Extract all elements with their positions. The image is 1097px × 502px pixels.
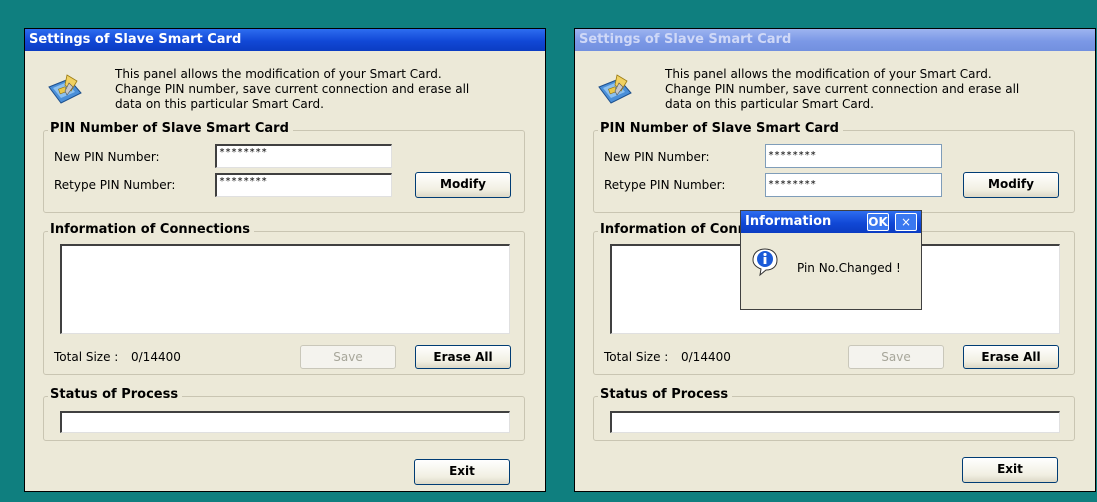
total-size-label: Total Size : <box>604 350 669 364</box>
exit-button-label: Exit <box>997 462 1023 476</box>
intro-line: data on this particular Smart Card. <box>115 97 324 111</box>
save-button-label: Save <box>333 350 363 364</box>
retype-pin-field[interactable]: ******** <box>765 173 942 197</box>
save-button[interactable]: Save <box>300 345 396 369</box>
status-group: Status of Process <box>593 387 1075 441</box>
total-size-label: Total Size : <box>54 350 119 364</box>
connections-group-label: Information of Connections <box>48 222 255 237</box>
info-icon <box>752 248 778 277</box>
modify-button-label: Modify <box>988 177 1034 191</box>
exit-button[interactable]: Exit <box>962 457 1058 483</box>
total-size-value: 0/14400 <box>131 350 181 364</box>
settings-window-left: Settings of Slave Smart Card This panel … <box>24 28 546 492</box>
erase-all-button-label: Erase All <box>433 350 493 364</box>
intro-line: Change PIN number, save current connecti… <box>665 82 1020 96</box>
retype-pin-label: Retype PIN Number: <box>604 178 726 192</box>
new-pin-label: New PIN Number: <box>604 150 710 164</box>
pin-group-label: PIN Number of Slave Smart Card <box>48 121 293 136</box>
exit-button-label: Exit <box>449 464 475 478</box>
dialog-title: Information <box>741 211 921 233</box>
progress-bar <box>610 411 1060 433</box>
erase-all-button[interactable]: Erase All <box>963 345 1059 369</box>
modify-button[interactable]: Modify <box>963 172 1059 198</box>
new-pin-label: New PIN Number: <box>54 150 160 164</box>
pin-group: PIN Number of Slave Smart Card New PIN N… <box>593 121 1075 213</box>
smart-card-icon <box>598 74 632 104</box>
pin-group-label: PIN Number of Slave Smart Card <box>598 121 843 136</box>
connections-list[interactable] <box>60 244 510 334</box>
progress-bar <box>60 411 510 433</box>
intro-text: This panel allows the modification of yo… <box>665 67 1045 112</box>
retype-pin-field[interactable]: ******** <box>215 173 392 197</box>
status-group-label: Status of Process <box>598 387 733 402</box>
new-pin-field[interactable]: ******** <box>215 144 392 168</box>
window-title: Settings of Slave Smart Card <box>575 29 1095 51</box>
new-pin-field[interactable]: ******** <box>765 144 942 168</box>
intro-line: This panel allows the modification of yo… <box>115 67 442 81</box>
total-size-value: 0/14400 <box>681 350 731 364</box>
retype-pin-label: Retype PIN Number: <box>54 178 176 192</box>
window-title: Settings of Slave Smart Card <box>25 29 545 51</box>
status-group-label: Status of Process <box>48 387 183 402</box>
save-button-label: Save <box>881 350 911 364</box>
connections-group-label: Information of Conn <box>598 222 751 237</box>
pin-group: PIN Number of Slave Smart Card New PIN N… <box>43 121 525 213</box>
ok-button[interactable]: OK <box>867 213 889 231</box>
close-button[interactable]: × <box>895 213 917 231</box>
modify-button-label: Modify <box>440 177 486 191</box>
modify-button[interactable]: Modify <box>415 172 511 198</box>
dialog-message: Pin No.Changed ! <box>797 261 901 275</box>
smart-card-icon <box>48 74 82 104</box>
intro-line: This panel allows the modification of yo… <box>665 67 992 81</box>
intro-line: data on this particular Smart Card. <box>665 97 874 111</box>
intro-text: This panel allows the modification of yo… <box>115 67 495 112</box>
erase-all-button[interactable]: Erase All <box>415 345 511 369</box>
status-group: Status of Process <box>43 387 525 441</box>
information-dialog: Information OK × Pin No.Changed ! <box>740 210 922 310</box>
connections-group: Information of Connections Total Size : … <box>43 222 525 375</box>
exit-button[interactable]: Exit <box>414 459 510 485</box>
save-button[interactable]: Save <box>848 345 944 369</box>
intro-line: Change PIN number, save current connecti… <box>115 82 470 96</box>
erase-all-button-label: Erase All <box>981 350 1041 364</box>
